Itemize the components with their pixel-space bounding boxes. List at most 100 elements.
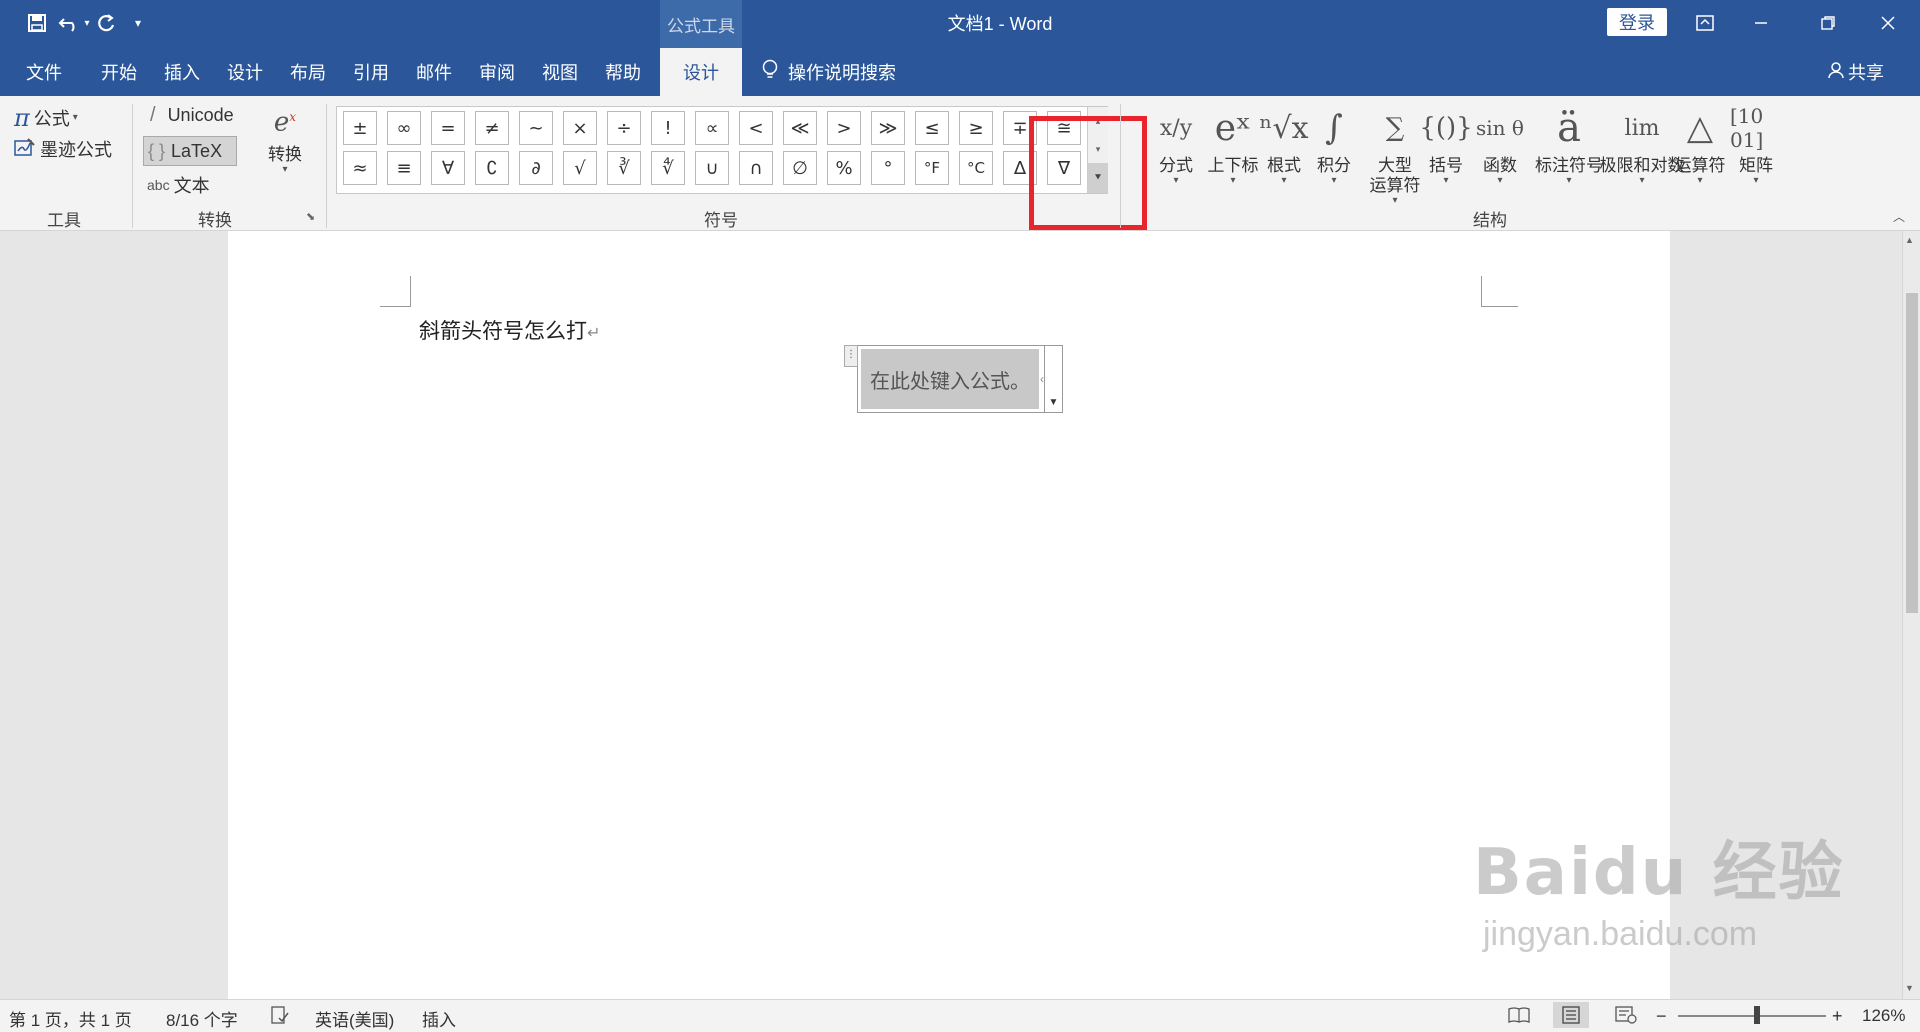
structure-button[interactable]: x/y 分式 ▾: [1148, 100, 1204, 186]
symbol-button[interactable]: ∪: [695, 151, 729, 185]
zoom-out-button[interactable]: −: [1656, 1006, 1667, 1027]
symbol-button[interactable]: ∝: [695, 111, 729, 145]
scroll-thumb[interactable]: [1906, 293, 1918, 613]
watermark-brand: Baidu 经验: [1473, 836, 1845, 910]
tab-design[interactable]: 设计: [227, 48, 263, 96]
symbol-button[interactable]: ÷: [607, 111, 641, 145]
symbol-button[interactable]: ×: [563, 111, 597, 145]
convert-button[interactable]: ex 转换 ▾: [262, 100, 308, 175]
vertical-scrollbar[interactable]: ▲ ▼: [1902, 231, 1920, 999]
symbol-button[interactable]: >: [827, 111, 861, 145]
symbol-button[interactable]: ∞: [387, 111, 421, 145]
symbol-button[interactable]: ≫: [871, 111, 905, 145]
share-button[interactable]: 共享: [1828, 48, 1884, 96]
symbol-button[interactable]: =: [431, 111, 465, 145]
symbol-button[interactable]: %: [827, 151, 861, 185]
tab-insert[interactable]: 插入: [164, 48, 200, 96]
structure-button[interactable]: △ 运算符 ▾: [1670, 100, 1730, 186]
structure-button[interactable]: [10 01] 矩阵 ▾: [1730, 100, 1782, 186]
language[interactable]: 英语(美国): [315, 1006, 394, 1031]
ribbon-display-icon[interactable]: [1685, 8, 1725, 38]
tab-references[interactable]: 引用: [353, 48, 389, 96]
text-option[interactable]: abc 文本: [147, 172, 210, 198]
structure-button[interactable]: ∑ 大型 运算符 ▾: [1364, 100, 1426, 206]
symbol-button[interactable]: ≪: [783, 111, 817, 145]
symbol-button[interactable]: ∀: [431, 151, 465, 185]
symbol-button[interactable]: ∅: [783, 151, 817, 185]
structure-icon: {()}: [1419, 113, 1473, 143]
scroll-down-icon[interactable]: ▼: [1905, 983, 1914, 993]
symbol-button[interactable]: ∩: [739, 151, 773, 185]
dialog-launcher-icon[interactable]: ⬊: [306, 210, 315, 223]
zoom-level[interactable]: 126%: [1862, 1006, 1905, 1026]
document-text-line[interactable]: 斜箭头符号怎么打↵: [419, 315, 600, 345]
symbol-button[interactable]: ∜: [651, 151, 685, 185]
lightbulb-icon: [762, 59, 778, 86]
ink-equation-button[interactable]: 墨迹公式: [14, 136, 112, 162]
customize-icon[interactable]: ▾: [128, 8, 148, 38]
insert-mode[interactable]: 插入: [422, 1006, 456, 1031]
tab-view[interactable]: 视图: [542, 48, 578, 96]
proofing-icon[interactable]: [270, 1006, 290, 1029]
document-page[interactable]: 斜箭头符号怎么打↵ ⋮ 在此处键入公式。 ‹ ▼ Baidu 经验 jingya…: [228, 231, 1843, 999]
symbol-button[interactable]: √: [563, 151, 597, 185]
equation-handle-icon[interactable]: ⋮: [844, 345, 858, 367]
web-layout-icon[interactable]: [1615, 1006, 1637, 1029]
symbol-button[interactable]: ≥: [959, 111, 993, 145]
structure-icon: eˣ: [1214, 107, 1252, 149]
structure-button[interactable]: ä 标注符号 ▾: [1532, 100, 1606, 186]
tab-help[interactable]: 帮助: [605, 48, 641, 96]
tab-file[interactable]: 文件: [26, 48, 62, 96]
tab-review[interactable]: 审阅: [479, 48, 515, 96]
login-button[interactable]: 登录: [1607, 8, 1667, 36]
tab-equation-design[interactable]: 设计: [660, 48, 742, 96]
symbol-button[interactable]: °: [871, 151, 905, 185]
read-mode-icon[interactable]: [1508, 1006, 1530, 1029]
tell-me-search[interactable]: 操作说明搜索: [762, 48, 896, 96]
symbol-button[interactable]: <: [739, 111, 773, 145]
tab-mailings[interactable]: 邮件: [416, 48, 452, 96]
latex-option[interactable]: { } LaTeX: [143, 136, 237, 166]
save-icon[interactable]: [22, 8, 52, 38]
symbol-button[interactable]: ~: [519, 111, 553, 145]
tab-layout[interactable]: 布局: [290, 48, 326, 96]
symbol-button[interactable]: ≠: [475, 111, 509, 145]
page-count[interactable]: 第 1 页，共 1 页: [9, 1006, 132, 1031]
symbol-button[interactable]: ±: [343, 111, 377, 145]
equation-container[interactable]: ⋮ 在此处键入公式。 ‹ ▼: [844, 345, 1063, 413]
zoom-slider-thumb[interactable]: [1754, 1006, 1760, 1024]
zoom-slider-track[interactable]: [1678, 1015, 1826, 1017]
restore-icon[interactable]: [1808, 8, 1848, 38]
word-count[interactable]: 8/16 个字: [166, 1006, 238, 1031]
unicode-option[interactable]: / Unicode: [150, 104, 234, 127]
symbol-button[interactable]: ∂: [519, 151, 553, 185]
minimize-icon[interactable]: [1741, 8, 1781, 38]
print-layout-icon[interactable]: [1553, 1002, 1589, 1028]
structure-label: 上下标: [1207, 156, 1259, 175]
tab-home[interactable]: 开始: [101, 48, 137, 96]
undo-icon[interactable]: ▾: [54, 8, 94, 38]
group-label-tools: 工具: [47, 211, 81, 230]
symbol-button[interactable]: °F: [915, 151, 949, 185]
group-label-symbols: 符号: [704, 211, 738, 230]
structure-button[interactable]: eˣ 上下标 ▾: [1202, 100, 1264, 186]
symbol-button[interactable]: ∛: [607, 151, 641, 185]
symbol-button[interactable]: ∁: [475, 151, 509, 185]
structure-button[interactable]: ⁿ√x 根式 ▾: [1260, 100, 1309, 186]
symbol-button[interactable]: ≤: [915, 111, 949, 145]
equation-placeholder[interactable]: 在此处键入公式。: [861, 349, 1039, 409]
redo-icon[interactable]: [94, 8, 118, 38]
structure-button[interactable]: {()} 括号 ▾: [1419, 100, 1473, 186]
close-icon[interactable]: [1868, 8, 1908, 38]
scroll-up-icon[interactable]: ▲: [1905, 235, 1914, 245]
equation-options-button[interactable]: ▼: [1044, 346, 1062, 412]
zoom-in-button[interactable]: +: [1832, 1006, 1843, 1027]
structure-button[interactable]: ∫ 积分 ▾: [1310, 100, 1358, 186]
symbol-button[interactable]: ≡: [387, 151, 421, 185]
equation-button[interactable]: π 公式 ▾: [14, 104, 78, 132]
symbol-button[interactable]: !: [651, 111, 685, 145]
structure-button[interactable]: sin θ 函数 ▾: [1474, 100, 1526, 186]
symbol-button[interactable]: °C: [959, 151, 993, 185]
symbol-button[interactable]: ≈: [343, 151, 377, 185]
collapse-ribbon-icon[interactable]: ︿: [1893, 208, 1905, 225]
